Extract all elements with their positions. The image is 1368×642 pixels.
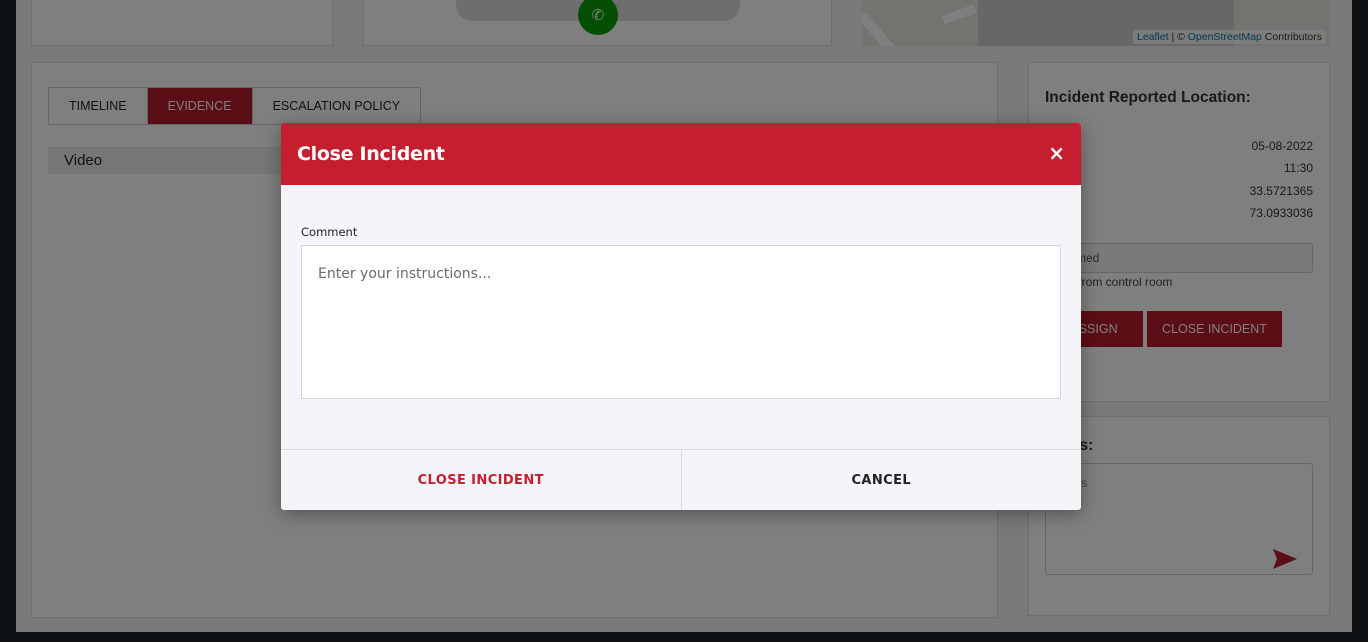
confirm-close-incident-button[interactable]: CLOSE INCIDENT bbox=[281, 450, 682, 510]
comment-label: Comment bbox=[301, 225, 358, 239]
dialog-body: Comment bbox=[281, 185, 1081, 449]
dialog-footer: CLOSE INCIDENT CANCEL bbox=[281, 449, 1081, 510]
dialog-header: Close Incident × bbox=[281, 123, 1081, 185]
dialog-title: Close Incident bbox=[297, 143, 445, 165]
close-icon[interactable]: × bbox=[1048, 143, 1065, 163]
cancel-button[interactable]: CANCEL bbox=[682, 450, 1082, 510]
close-incident-dialog: Close Incident × Comment CLOSE INCIDENT … bbox=[281, 123, 1081, 510]
comment-textarea[interactable] bbox=[301, 245, 1061, 399]
